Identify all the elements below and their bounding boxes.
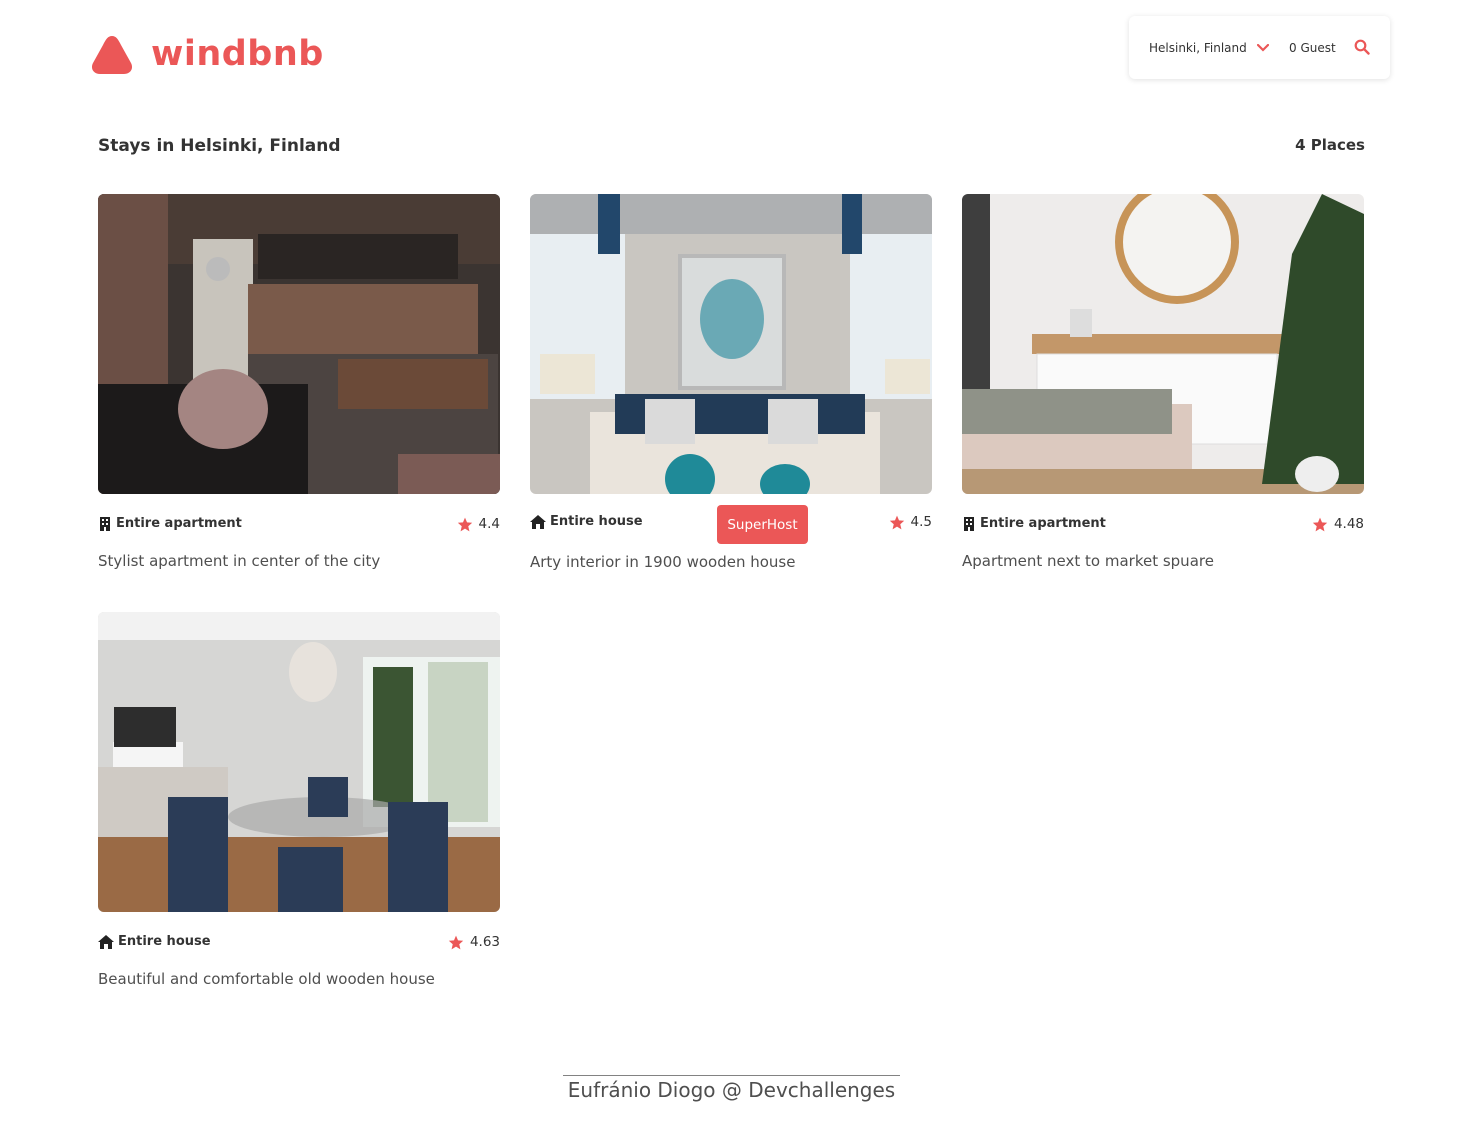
stay-photo bbox=[98, 612, 500, 912]
page: windbnb Helsinki, Finland 0 Guest Stays … bbox=[0, 0, 1463, 1124]
search-icon[interactable] bbox=[1354, 39, 1370, 55]
rating: 4.48 bbox=[1312, 516, 1364, 532]
stay-title: Apartment next to market spuare bbox=[962, 552, 1214, 570]
stay-type-label: Entire apartment bbox=[116, 516, 242, 531]
guest-value: 0 Guest bbox=[1289, 40, 1336, 55]
stay-type: Entire house bbox=[98, 934, 211, 949]
rating-value: 4.4 bbox=[478, 516, 500, 532]
building-icon bbox=[964, 516, 974, 531]
stay-type: Entire house bbox=[530, 514, 643, 529]
stay-photo bbox=[962, 194, 1364, 494]
stay-photo bbox=[98, 194, 500, 494]
stay-meta: Entire apartment 4.48 bbox=[962, 510, 1364, 550]
stay-meta: Entire house SuperHost 4.5 bbox=[530, 505, 932, 550]
location-selector[interactable]: Helsinki, Finland bbox=[1149, 16, 1269, 79]
superhost-badge: SuperHost bbox=[717, 505, 808, 544]
stay-card[interactable]: Entire apartment 4.4 Stylist apartment i… bbox=[98, 194, 500, 570]
stay-type-label: Entire apartment bbox=[980, 516, 1106, 531]
guest-selector[interactable]: 0 Guest bbox=[1289, 16, 1336, 79]
places-count: 4 Places bbox=[1295, 136, 1365, 154]
stay-meta: Entire house 4.63 bbox=[98, 928, 500, 968]
footer-credit: Eufránio Diogo @ Devchallenges bbox=[563, 1075, 900, 1102]
star-icon bbox=[889, 515, 904, 529]
rating-value: 4.63 bbox=[469, 934, 500, 950]
stay-title: Stylist apartment in center of the city bbox=[98, 552, 381, 570]
logo[interactable]: windbnb bbox=[90, 30, 324, 78]
stays-title: Stays in Helsinki, Finland bbox=[98, 136, 341, 156]
stay-title: Arty interior in 1900 wooden house bbox=[530, 553, 796, 571]
house-icon bbox=[530, 514, 546, 529]
stay-meta: Entire apartment 4.4 bbox=[98, 510, 500, 550]
stay-type: Entire apartment bbox=[98, 516, 242, 531]
stay-type: Entire apartment bbox=[962, 516, 1106, 531]
stay-card[interactable]: Entire house 4.63 Beautiful and comforta… bbox=[98, 612, 500, 988]
stay-card[interactable]: Entire apartment 4.48 Apartment next to … bbox=[962, 194, 1364, 570]
logo-icon bbox=[91, 36, 133, 74]
stay-card[interactable]: Entire house SuperHost 4.5 Arty interior… bbox=[530, 194, 932, 571]
star-icon bbox=[457, 517, 472, 531]
stay-type-label: Entire house bbox=[118, 934, 211, 949]
rating-value: 4.48 bbox=[1333, 516, 1364, 532]
rating: 4.4 bbox=[457, 516, 500, 532]
house-icon bbox=[98, 934, 114, 949]
building-icon bbox=[100, 516, 110, 531]
logo-text: windbnb bbox=[151, 34, 324, 74]
rating: 4.63 bbox=[448, 934, 500, 950]
location-value: Helsinki, Finland bbox=[1149, 40, 1247, 55]
search-bar: Helsinki, Finland 0 Guest bbox=[1129, 16, 1390, 79]
stay-title: Beautiful and comfortable old wooden hou… bbox=[98, 970, 435, 988]
rating: 4.5 bbox=[889, 514, 932, 530]
star-icon bbox=[1312, 517, 1328, 531]
chevron-down-icon bbox=[1256, 43, 1269, 52]
stay-type-label: Entire house bbox=[550, 514, 643, 529]
stay-photo bbox=[530, 194, 932, 494]
star-icon bbox=[448, 935, 464, 949]
rating-value: 4.5 bbox=[910, 514, 932, 530]
